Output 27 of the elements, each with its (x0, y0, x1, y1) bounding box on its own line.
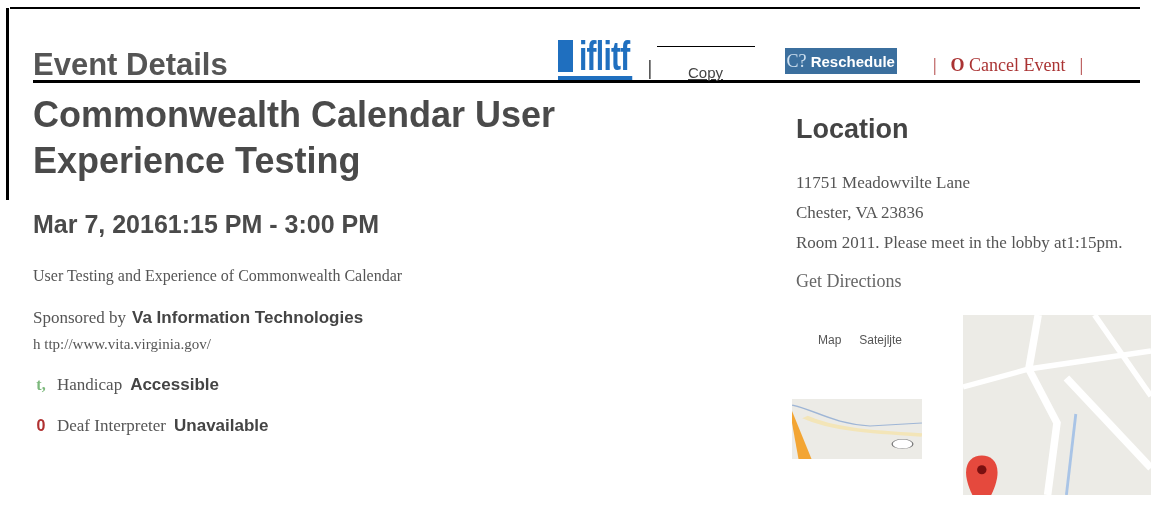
sponsor-label: Sponsored by (33, 306, 127, 329)
map-tab[interactable]: Satejljte (859, 330, 903, 349)
separator: | (932, 56, 937, 74)
feature-status: Accessible (130, 373, 219, 396)
event-time: Mar 7, 20161:15 PM - 3:00 PM (33, 209, 380, 240)
feature-label: Handicap (57, 373, 123, 396)
event-description: User Testing and Experience of Commonwealth Calendar (33, 265, 404, 287)
separator: | (647, 58, 653, 78)
sponsor-name: Va Information Technologies (132, 306, 364, 329)
sponsor-url[interactable]: h ttp://www.vita.virginia.gov/ (33, 333, 796, 356)
event-title: Commonwealth Calendar User Experience Testing (33, 93, 557, 183)
feature-label: Deaf Interpreter (57, 415, 166, 437)
page-title: Event Details (33, 49, 229, 80)
separator: | (1079, 56, 1084, 74)
copy-link[interactable]: Copy (688, 65, 724, 80)
address-line: 11751 Meadowvilte Lane (796, 171, 972, 194)
feature-status: Unavailable (174, 415, 269, 437)
status-icon: 0 (33, 414, 49, 438)
logo[interactable]: iflitf (558, 36, 633, 80)
status-icon: t, (33, 372, 49, 397)
cancel-event-button[interactable]: O Cancel Event (950, 56, 1066, 74)
address-line: Chester, VA 23836 (796, 201, 925, 224)
map-tab[interactable]: Map (818, 330, 842, 349)
directions-link[interactable]: Get Directions (796, 267, 1164, 295)
reschedule-button[interactable]: C? Reschedule (784, 47, 897, 74)
location-heading: Location (796, 113, 910, 146)
address-line: Room 2011. Please meet in the lobby at1:15pm. (796, 231, 1124, 254)
